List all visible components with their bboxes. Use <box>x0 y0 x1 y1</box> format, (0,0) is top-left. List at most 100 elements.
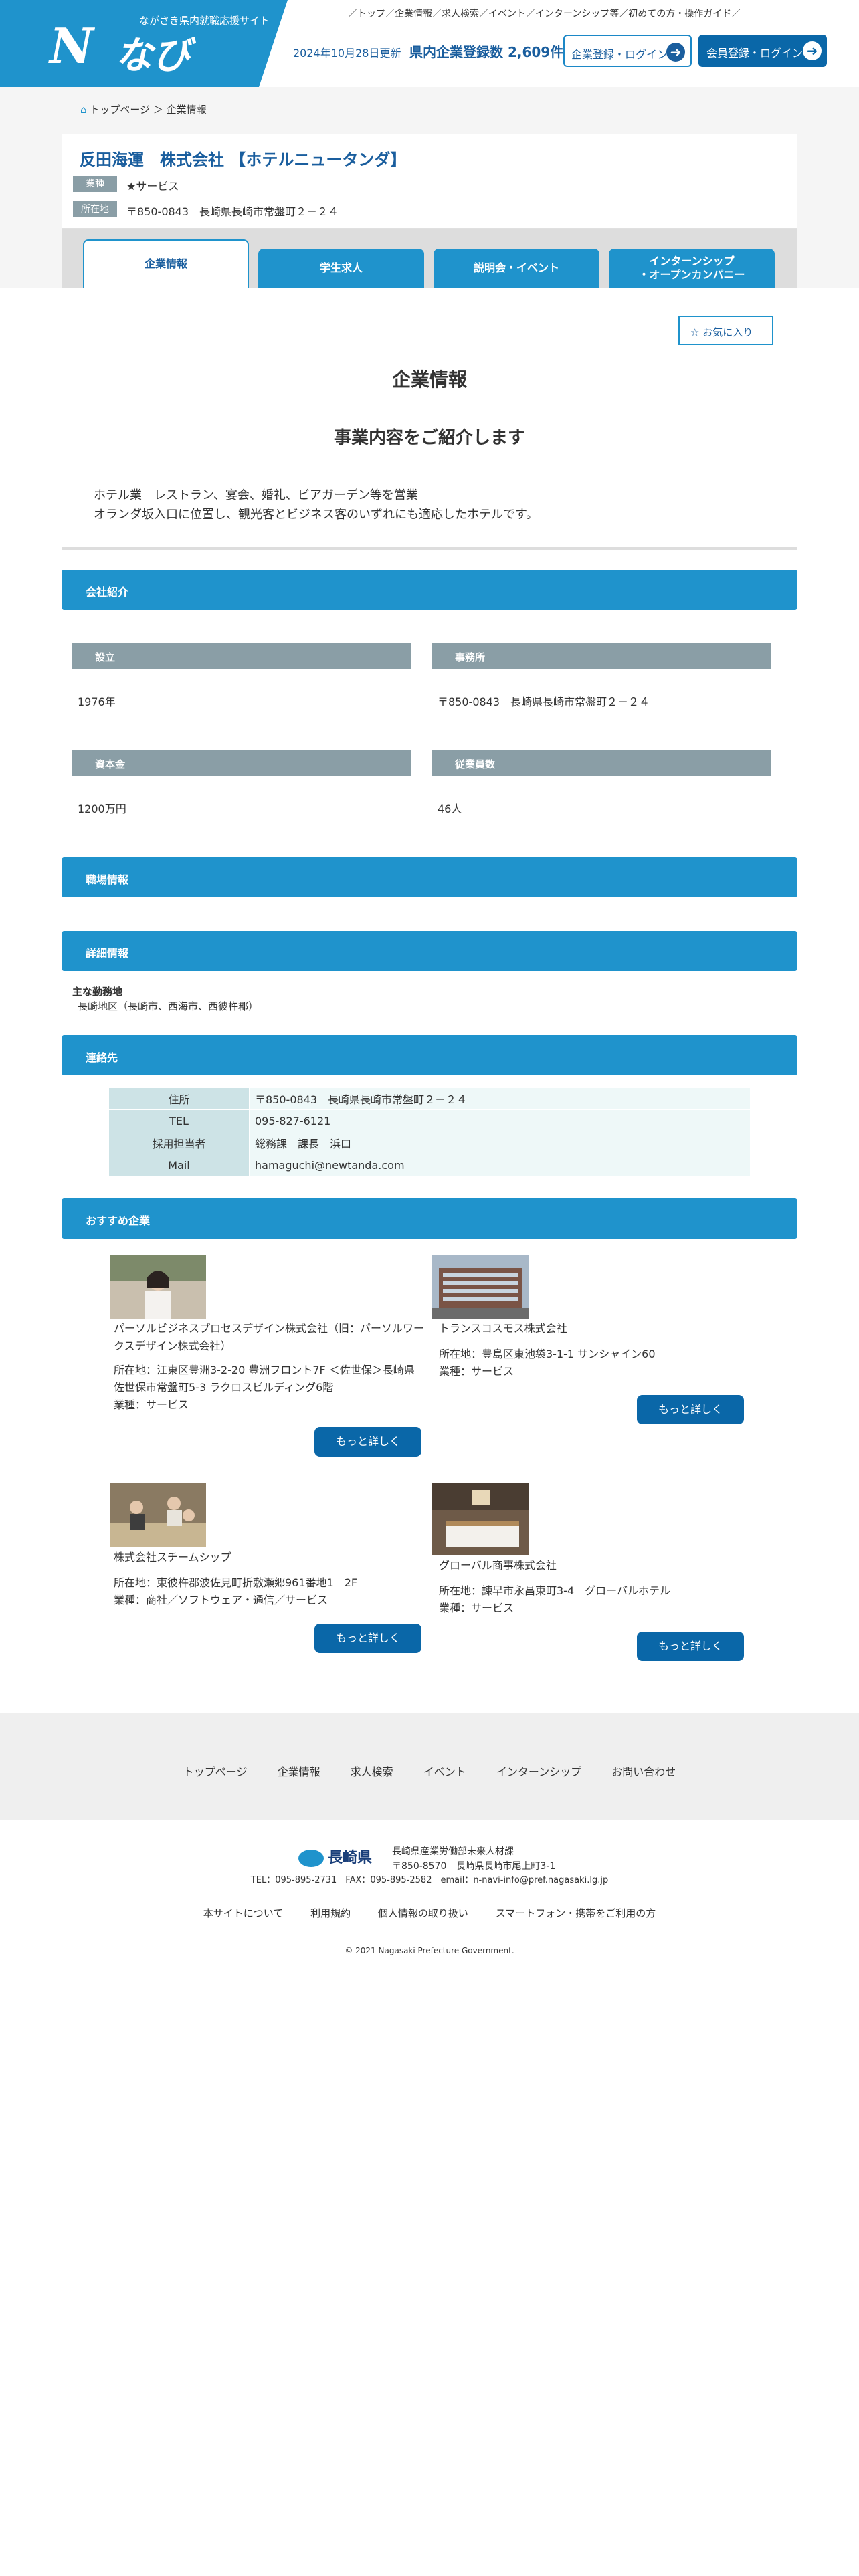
contact-key: Mail <box>108 1154 250 1176</box>
recommend-company-name[interactable]: パーソルビジネスプロセスデザイン株式会社（旧：パーソルワークスデザイン株式会社） <box>114 1320 435 1355</box>
footer-link-jobs[interactable]: 求人検索 <box>351 1765 393 1778</box>
company-name: 反田海運 株式会社 【ホテルニュータンダ】 <box>80 150 407 169</box>
contact-key: 住所 <box>108 1087 250 1110</box>
tab-student-jobs[interactable]: 学生求人 <box>258 249 424 288</box>
tab-events[interactable]: 説明会・イベント <box>434 249 599 288</box>
table-row: 採用担当者 総務課 課長 浜口 <box>108 1132 751 1154</box>
footer-link-top[interactable]: トップページ <box>183 1765 248 1778</box>
breadcrumb-home[interactable]: トップページ <box>90 104 150 116</box>
corp-login-button[interactable]: 企業登録・ログイン ➜ <box>563 35 692 67</box>
address-tag: 所在地 <box>73 201 117 217</box>
footer-link-mobile[interactable]: スマートフォン・携帯をご利用の方 <box>496 1907 656 1919</box>
company-count: 県内企業登録数 2,609件 <box>409 44 564 60</box>
prefecture-logo[interactable]: 長崎県 <box>298 1846 372 1867</box>
address-value: 〒850-0843 長崎県長崎市常盤町２－２４ <box>126 205 339 218</box>
nav-top[interactable]: ／トップ／ <box>348 9 395 19</box>
nav-guide[interactable]: ／初めての方・操作ガイド／ <box>619 9 741 19</box>
star-icon: ☆ <box>690 326 700 338</box>
table-row: Mail hamaguchi@newtanda.com <box>108 1154 751 1176</box>
footer-nav: トップページ 企業情報 求人検索 イベント インターンシップ お問い合わせ <box>0 1763 859 1779</box>
logo-name: なび <box>115 34 190 78</box>
recommend-company-name[interactable]: トランスコスモス株式会社 <box>439 1320 760 1337</box>
footer-links: 本サイトについて 利用規約 個人情報の取り扱い スマートフォン・携帯をご利用の方 <box>0 1906 859 1920</box>
tab-company-info[interactable]: 企業情報 <box>83 239 249 288</box>
footer-link-about[interactable]: 本サイトについて <box>203 1907 284 1919</box>
footer-link-contact[interactable]: お問い合わせ <box>611 1765 676 1778</box>
recommend-industry: 業種：サービス <box>439 1365 514 1378</box>
recommend-address: 所在地：江東区豊洲3-2-20 豊洲フロント7F ＜佐世保＞長崎県佐世保市常盤町… <box>114 1364 415 1394</box>
contact-value: 095-827-6121 <box>249 1109 751 1132</box>
recommend-photo[interactable] <box>432 1483 529 1555</box>
recommend-address: 所在地：東彼杵郡波佐見町折敷瀬郷961番地1 2F <box>114 1576 358 1589</box>
more-details-button[interactable]: もっと詳しく <box>314 1624 421 1653</box>
updated-date: 2024年10月28日更新 <box>293 47 401 60</box>
contact-value: 総務課 課長 浜口 <box>249 1132 751 1154</box>
table-row: TEL 095-827-6121 <box>108 1109 751 1132</box>
intro-line: ホテル業 レストラン、宴会、婚礼、ビアガーデン等を営業 <box>94 488 418 502</box>
site-header: ながさき県内就職応援サイト N なび ／トップ／企業情報／求人検索／イベント／イ… <box>0 0 859 87</box>
nav-company[interactable]: 企業情報 <box>395 9 432 19</box>
recommend-photo[interactable] <box>110 1483 206 1547</box>
recommend-industry: 業種：サービス <box>439 1602 514 1614</box>
company-card: 反田海運 株式会社 【ホテルニュータンダ】 業種 ★サービス 所在地 〒850-… <box>62 134 797 229</box>
footer-contact: TEL：095-895-2731 FAX：095-895-2582 email：… <box>250 1875 609 1885</box>
nav-internship[interactable]: ／インターンシップ等 <box>526 9 619 19</box>
section-company-intro: 会社紹介 <box>62 570 797 610</box>
recommend-address: 所在地：諫早市永昌東町3-4 グローバルホテル <box>439 1584 670 1597</box>
recommend-address: 所在地：豊島区東池袋3-1-1 サンシャイン60 <box>439 1348 656 1360</box>
contact-email[interactable]: hamaguchi@newtanda.com <box>249 1154 751 1176</box>
footer-link-terms[interactable]: 利用規約 <box>310 1907 351 1919</box>
capital-label: 資本金 <box>72 750 411 776</box>
divider <box>62 547 797 550</box>
nav-events[interactable]: ／イベント <box>479 9 526 19</box>
location-value: 長崎地区（長崎市、西海市、西彼杵郡） <box>78 1000 259 1012</box>
more-details-button[interactable]: もっと詳しく <box>637 1395 744 1424</box>
footer-link-events[interactable]: イベント <box>423 1765 466 1778</box>
contact-value: 〒850-0843 長崎県長崎市常盤町２－２４ <box>249 1087 751 1110</box>
contact-key: TEL <box>108 1109 250 1132</box>
employees-value: 46人 <box>438 802 462 815</box>
footer-link-internship[interactable]: インターンシップ <box>496 1765 581 1778</box>
contact-key: 採用担当者 <box>108 1132 250 1154</box>
footer-address: 長崎県産業労働部未来人材課 〒850-8570 長崎県長崎市尾上町3-1 <box>392 1844 555 1874</box>
business-intro: ホテル業 レストラン、宴会、婚礼、ビアガーデン等を営業 オランダ坂入口に位置し、… <box>94 486 538 524</box>
member-login-button[interactable]: 会員登録・ログイン ➜ <box>698 35 827 67</box>
corp-login-label: 企業登録・ログイン <box>571 48 668 61</box>
page-title: 企業情報 <box>391 368 467 391</box>
intro-line: オランダ坂入口に位置し、観光客とビジネス客のいずれにも適応したホテルです。 <box>94 508 539 522</box>
section-contact: 連絡先 <box>62 1035 797 1075</box>
page-root: ながさき県内就職応援サイト N なび ／トップ／企業情報／求人検索／イベント／イ… <box>0 0 859 2576</box>
recommend-industry: 業種：サービス <box>114 1398 189 1411</box>
site-logo[interactable]: ながさき県内就職応援サイト N なび <box>0 0 288 87</box>
home-icon: ⌂ <box>80 104 87 116</box>
recommend-photo[interactable] <box>432 1255 529 1319</box>
industry-tag: 業種 <box>73 176 117 192</box>
login-arrow-icon: ➜ <box>803 41 822 60</box>
office-label: 事務所 <box>432 643 771 669</box>
recommend-industry: 業種：商社／ソフトウェア・通信／サービス <box>114 1594 328 1606</box>
office-value: 〒850-0843 長崎県長崎市常盤町２－２４ <box>438 695 650 708</box>
favorite-button[interactable]: ☆ お気に入り <box>678 316 773 345</box>
section-details: 詳細情報 <box>62 931 797 971</box>
recommend-company-name[interactable]: 株式会社スチームシップ <box>114 1549 435 1566</box>
login-arrow-icon: ➜ <box>666 43 685 62</box>
table-row: 住所 〒850-0843 長崎県長崎市常盤町２－２４ <box>108 1087 751 1110</box>
company-tabs: 企業情報 学生求人 説明会・イベント インターンシップ ・オープンカンパニー <box>62 229 797 288</box>
footer-link-privacy[interactable]: 個人情報の取り扱い <box>378 1907 468 1919</box>
nav-jobs[interactable]: ／求人検索 <box>432 9 479 19</box>
tab-internship[interactable]: インターンシップ ・オープンカンパニー <box>609 249 775 288</box>
footer-dept: 長崎県産業労働部未来人材課 <box>392 1846 514 1857</box>
recommend-company-name[interactable]: グローバル商事株式会社 <box>439 1557 760 1574</box>
top-nav: ／トップ／企業情報／求人検索／イベント／インターンシップ等／初めての方・操作ガイ… <box>348 7 741 20</box>
section-recommend: おすすめ企業 <box>62 1198 797 1239</box>
breadcrumb-sep: ＞ <box>153 104 163 116</box>
employees-label: 従業員数 <box>432 750 771 776</box>
breadcrumb-current: 企業情報 <box>166 104 207 116</box>
more-details-button[interactable]: もっと詳しく <box>637 1632 744 1661</box>
industry-value: ★サービス <box>126 180 179 193</box>
recommend-photo[interactable] <box>110 1255 206 1319</box>
breadcrumb: ⌂ トップページ ＞ 企業情報 <box>80 102 207 116</box>
footer-link-company[interactable]: 企業情報 <box>278 1765 320 1778</box>
prefecture-mark-icon <box>298 1850 324 1867</box>
more-details-button[interactable]: もっと詳しく <box>314 1427 421 1457</box>
